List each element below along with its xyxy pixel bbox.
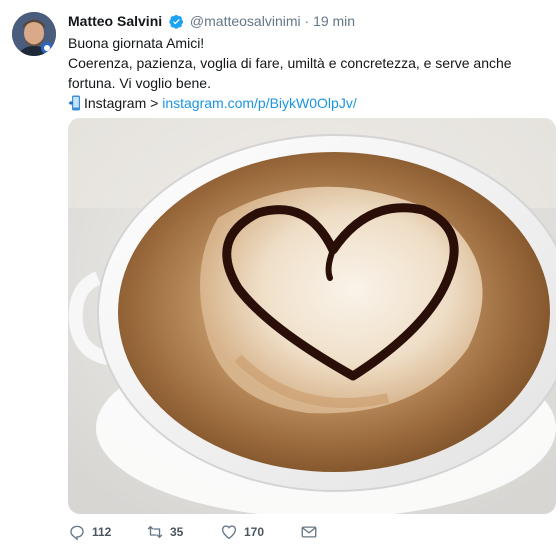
tweet-card[interactable]: Matteo Salvini @matteosalvinimi · 19 min… [0, 0, 560, 547]
reply-count: 112 [92, 525, 112, 539]
instagram-label: Instagram > [84, 95, 159, 111]
tweet-header: Matteo Salvini @matteosalvinimi · 19 min [68, 12, 355, 30]
instagram-link[interactable]: instagram.com/p/BiykW0OlpJv/ [162, 95, 357, 111]
like-button[interactable]: 170 [220, 522, 264, 542]
retweet-count: 35 [170, 525, 184, 539]
cappuccino-latte-art-image [68, 118, 556, 514]
retweet-button[interactable]: 35 [146, 522, 183, 542]
separator-dot: · [304, 13, 310, 29]
user-name[interactable]: Matteo Salvini [68, 13, 162, 29]
verified-badge-icon [169, 14, 184, 29]
user-handle[interactable]: @matteosalvinimi [190, 13, 301, 29]
tweet-photo[interactable] [68, 118, 556, 514]
avatar[interactable] [12, 12, 56, 56]
envelope-icon [301, 526, 317, 538]
mobile-phone-icon [68, 95, 80, 111]
like-count: 170 [244, 525, 265, 539]
timestamp[interactable]: 19 min [313, 13, 355, 29]
direct-message-button[interactable] [300, 522, 318, 542]
tweet-text: Buona giornata Amici! Coerenza, pazienza… [68, 33, 548, 113]
instagram-line: Instagram > instagram.com/p/BiykW0OlpJv/ [68, 93, 548, 113]
reply-button[interactable]: 112 [68, 522, 111, 542]
retweet-icon [147, 525, 163, 539]
reply-icon [70, 525, 84, 541]
tweet-line-message: Coerenza, pazienza, voglia di fare, umil… [68, 55, 512, 91]
heart-icon [221, 525, 237, 540]
tweet-line-greeting: Buona giornata Amici! [68, 35, 205, 51]
